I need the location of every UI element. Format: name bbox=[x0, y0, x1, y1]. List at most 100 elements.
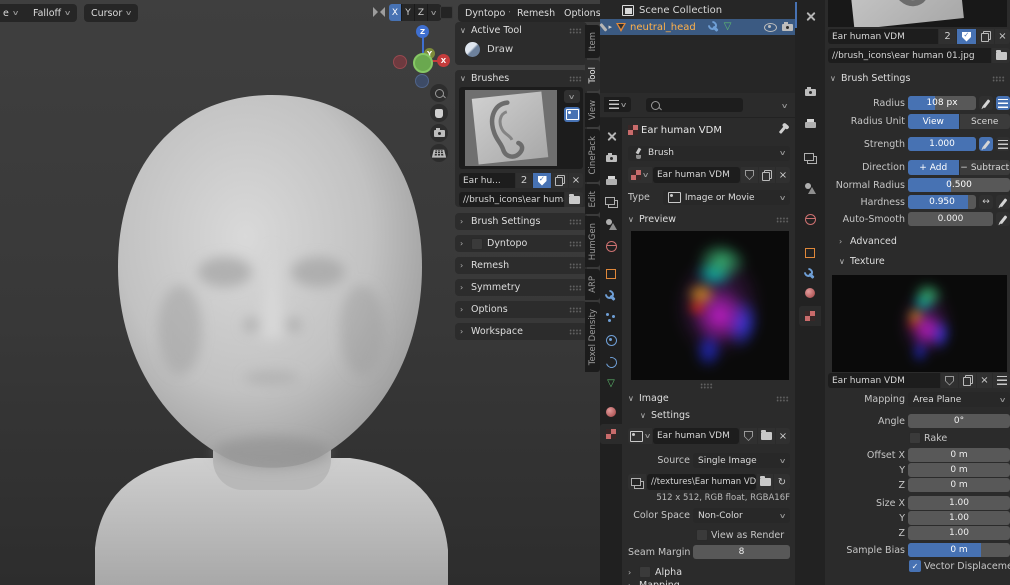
texture-browse-button[interactable]: ∨ bbox=[628, 167, 652, 183]
angle-field[interactable]: 0° bbox=[908, 414, 1010, 428]
menu-falloff[interactable]: Falloff∨ bbox=[26, 4, 77, 22]
sample-bias-slider[interactable]: 0 m bbox=[908, 543, 1010, 557]
tab-modifiers-icon[interactable] bbox=[600, 286, 622, 306]
alpha-section-header[interactable]: › Alpha bbox=[628, 566, 682, 578]
panel-drag-handle[interactable] bbox=[992, 76, 1005, 82]
tab-object-icon[interactable] bbox=[600, 264, 622, 284]
offset-y-field[interactable]: 0 m bbox=[908, 463, 1010, 477]
brush-users-count[interactable]: 2 bbox=[516, 173, 532, 188]
source-dropdown[interactable]: Single Image ∨ bbox=[693, 453, 790, 468]
alpha-checkbox[interactable] bbox=[639, 566, 651, 578]
mapping-section-header[interactable]: › Mapping bbox=[628, 580, 680, 585]
unified-radius-button[interactable] bbox=[996, 96, 1010, 110]
texture-duplicate-button[interactable] bbox=[759, 167, 775, 183]
browse-file-button[interactable] bbox=[757, 474, 773, 490]
texture-name-field[interactable]: Ear human VDM bbox=[828, 373, 940, 388]
image-browse-button[interactable]: ∨ bbox=[628, 428, 652, 444]
tab-cinepack[interactable]: CinePack bbox=[585, 129, 600, 181]
tab-scene-icon[interactable] bbox=[600, 214, 622, 234]
brush-icon-path-field[interactable]: //brush_icons\ear human 01.jpg bbox=[828, 48, 991, 63]
size-z-field[interactable]: 1.00 bbox=[908, 526, 1010, 540]
direction-subtract-button[interactable]: −Subtract bbox=[960, 160, 1010, 175]
panel-drag-handle[interactable] bbox=[569, 241, 582, 247]
pan-button[interactable] bbox=[430, 104, 448, 122]
tab-material-icon[interactable] bbox=[799, 283, 821, 303]
radius-unit-scene-button[interactable]: Scene bbox=[960, 114, 1010, 129]
preview-section-header[interactable]: ∨ Preview bbox=[628, 214, 676, 225]
tab-physics-icon[interactable] bbox=[600, 330, 622, 350]
tab-humgen[interactable]: HumGen bbox=[585, 216, 600, 267]
tab-tool-icon[interactable] bbox=[600, 126, 622, 146]
tab-particles-icon[interactable] bbox=[600, 308, 622, 328]
hardness-slider[interactable]: 0.950 bbox=[908, 195, 976, 209]
brush-icon-path-field[interactable]: //brush_icons\ear human ... bbox=[459, 192, 564, 207]
tab-data-icon[interactable]: ▽ bbox=[600, 374, 622, 394]
tab-constraints-icon[interactable] bbox=[600, 352, 622, 372]
texture-fake-user-button[interactable] bbox=[741, 167, 758, 183]
gizmo-z-neg-ball[interactable] bbox=[415, 74, 429, 88]
browse-icon-button[interactable] bbox=[565, 192, 583, 207]
object-name[interactable]: neutral_head bbox=[630, 22, 696, 33]
symmetry-axis-toggle[interactable]: X Y Z ∨ bbox=[389, 4, 441, 21]
tab-output-icon[interactable] bbox=[600, 170, 622, 190]
panel-drag-handle[interactable] bbox=[569, 263, 582, 269]
hide-viewport-icon[interactable] bbox=[764, 23, 777, 32]
brush-thumbnail[interactable] bbox=[465, 90, 557, 166]
tab-tool-icon[interactable] bbox=[799, 6, 821, 26]
image-name-field[interactable]: Ear human VDM bbox=[653, 428, 739, 444]
colorspace-dropdown[interactable]: Non-Color ∨ bbox=[693, 508, 790, 523]
panel-drag-handle[interactable] bbox=[569, 329, 582, 335]
tab-object-icon[interactable] bbox=[799, 243, 821, 263]
tab-scene-icon[interactable] bbox=[799, 178, 821, 198]
dyntopo-checkbox[interactable] bbox=[471, 238, 483, 250]
navigation-gizmo[interactable]: Z Y X bbox=[393, 24, 455, 84]
tab-world-icon[interactable] bbox=[600, 236, 622, 256]
size-y-field[interactable]: 1.00 bbox=[908, 511, 1010, 525]
section-brush-settings[interactable]: ›Brush Settings bbox=[455, 213, 587, 230]
section-symmetry[interactable]: ›Symmetry bbox=[455, 279, 587, 296]
vector-displacement-checkbox[interactable]: ✓ bbox=[909, 560, 921, 572]
texture-settings-button[interactable] bbox=[993, 373, 1010, 388]
panel-drag-handle[interactable] bbox=[569, 285, 582, 291]
gizmo-x-ball[interactable]: X bbox=[437, 54, 450, 67]
section-remesh[interactable]: ›Remesh bbox=[455, 257, 587, 274]
rake-checkbox[interactable] bbox=[909, 432, 921, 444]
reload-image-button[interactable]: ↻ bbox=[774, 474, 790, 490]
texture-name-field[interactable]: Ear human VDM bbox=[653, 167, 740, 183]
brush-settings-header[interactable]: ∨ Brush Settings bbox=[830, 73, 910, 84]
gizmo-z-ball[interactable]: Z bbox=[416, 25, 429, 38]
symmetry-y-button[interactable]: Y bbox=[402, 4, 415, 21]
offset-z-field[interactable]: 0 m bbox=[908, 478, 1010, 492]
search-input[interactable] bbox=[646, 98, 743, 112]
mapping-dropdown[interactable]: Area Plane ∨ bbox=[908, 392, 1010, 407]
radius-slider[interactable]: 108 px bbox=[908, 96, 976, 110]
mesh-data-icon[interactable]: ▽ bbox=[724, 22, 732, 32]
brush-name-field[interactable]: Ear human VDM bbox=[828, 29, 938, 44]
scene-collection-row[interactable]: Scene Collection bbox=[600, 0, 795, 16]
unified-strength-button[interactable] bbox=[996, 137, 1010, 151]
offset-x-field[interactable]: 0 m bbox=[908, 448, 1010, 462]
brush-context-dropdown[interactable]: Brush ∨ bbox=[628, 146, 790, 161]
viewport-checkbox[interactable] bbox=[440, 6, 453, 19]
panel-drag-handle[interactable] bbox=[569, 307, 582, 313]
tab-view-layer-icon[interactable] bbox=[600, 192, 622, 212]
pin-icon[interactable] bbox=[779, 126, 786, 134]
browse-icon-button[interactable] bbox=[992, 48, 1010, 63]
tab-render-icon[interactable] bbox=[600, 148, 622, 168]
tab-item[interactable]: Item bbox=[585, 25, 600, 58]
tab-edit[interactable]: Edit bbox=[585, 184, 600, 214]
tab-view[interactable]: View bbox=[585, 93, 600, 127]
image-user-button[interactable] bbox=[628, 474, 646, 490]
radius-unit-view-button[interactable]: View bbox=[908, 114, 959, 129]
editor-type-dropdown[interactable]: ∨ bbox=[604, 97, 631, 112]
brush-users-count[interactable]: 2 bbox=[939, 29, 956, 44]
texture-unlink-button[interactable]: × bbox=[977, 373, 992, 388]
settings-subsection-header[interactable]: ∨ Settings bbox=[640, 410, 690, 421]
strength-slider[interactable]: 1.000 bbox=[908, 137, 976, 151]
texture-duplicate-button[interactable] bbox=[959, 373, 976, 388]
filepath-field[interactable]: //textures\Ear human VDM.exr bbox=[647, 474, 756, 490]
image-fake-user-button[interactable] bbox=[740, 428, 757, 444]
header-options-icon[interactable]: ∨ bbox=[781, 102, 789, 110]
type-dropdown[interactable]: Image or Movie ∨ bbox=[663, 190, 790, 205]
section-dyntopo[interactable]: ›Dyntopo bbox=[455, 235, 587, 252]
